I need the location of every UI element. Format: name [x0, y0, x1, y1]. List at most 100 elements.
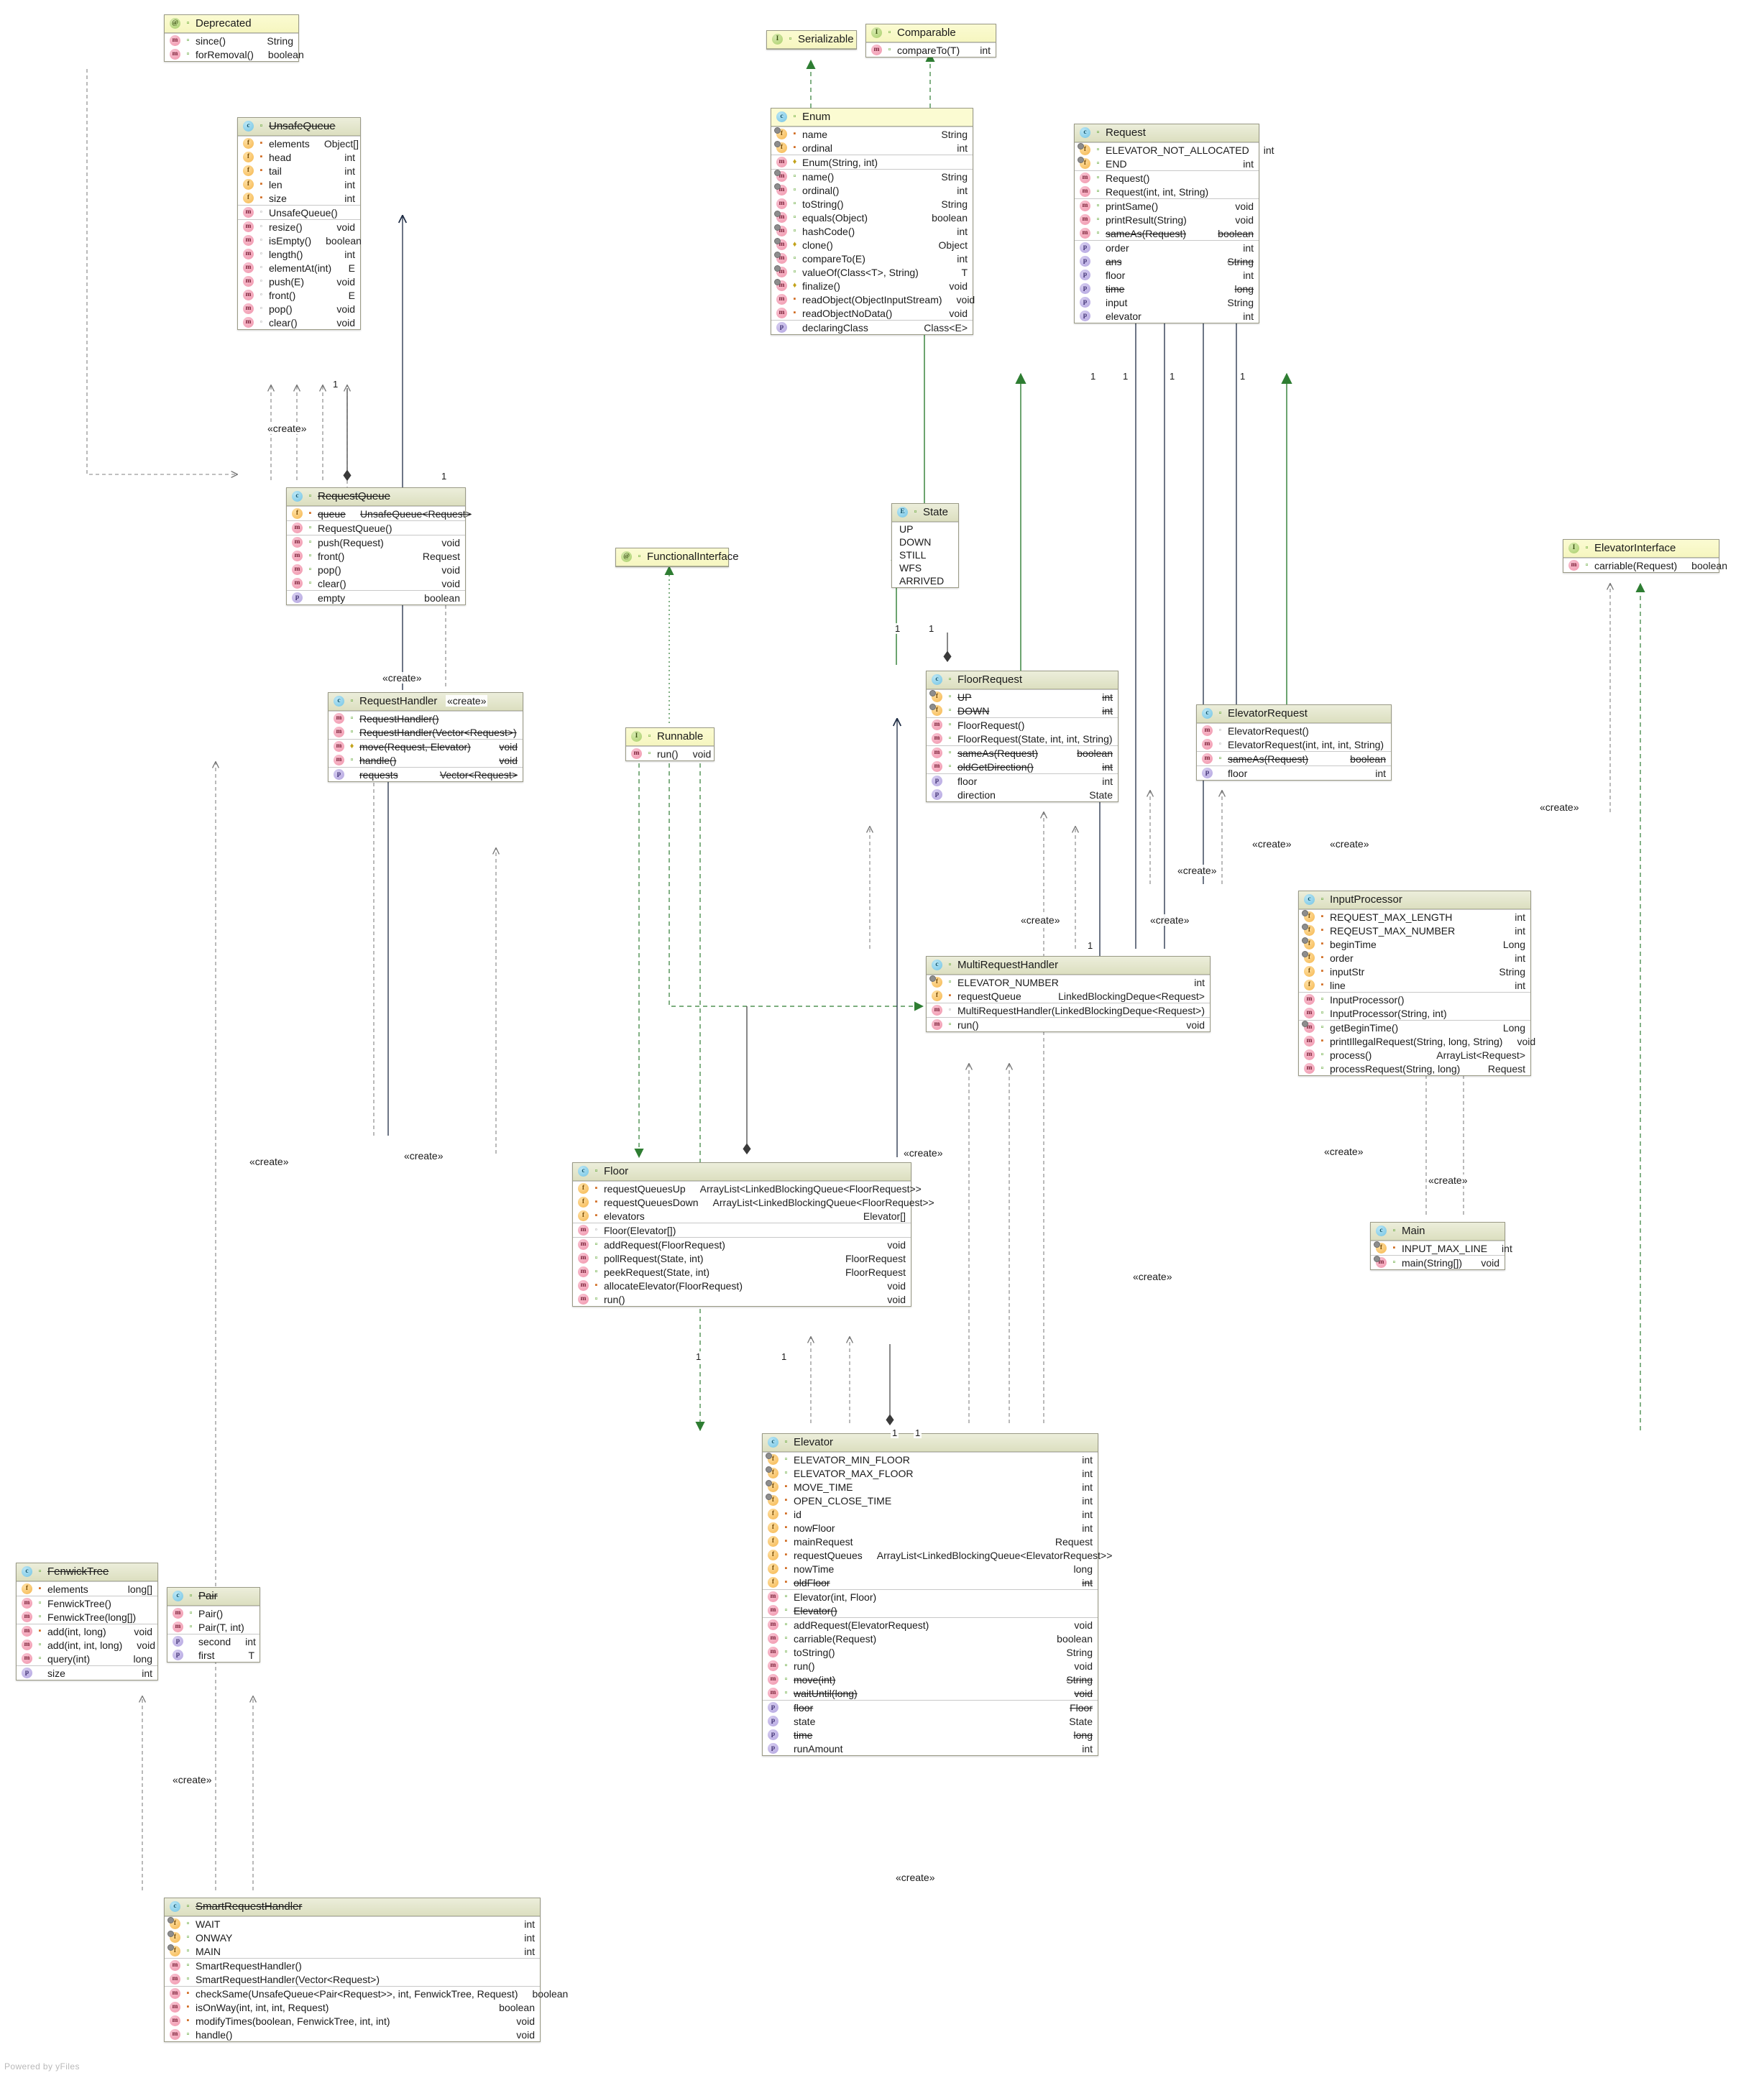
member-row[interactable]: m ▫ push(Request) void	[287, 535, 465, 549]
member-row[interactable]: f ▪ requestQueues ArrayList<LinkedBlockingQ…	[763, 1548, 1112, 1562]
member-row[interactable]: m ▫ run() void	[927, 1018, 1210, 1031]
class-header[interactable]: c ▫ SmartRequestHandler	[165, 1898, 540, 1916]
member-row[interactable]: m ♦ Enum(String, int)	[771, 155, 973, 169]
member-row[interactable]: p time long	[763, 1728, 1098, 1742]
member-row[interactable]: p floor int	[1075, 268, 1259, 282]
uml-class-elevator[interactable]: c ▫ Elevator f ▫ ELEVATOR_MIN_FLOOR int f ▫ ELEVA…	[762, 1433, 1112, 1756]
member-row[interactable]: m ◦ front() E	[238, 288, 360, 302]
member-row[interactable]: f ▪ oldFloor int	[763, 1576, 1098, 1589]
member-row[interactable]: m ▫ Pair(T, int)	[167, 1620, 259, 1634]
uml-class-pair[interactable]: c ▫ Pair m ▫ Pair() m ▫ Pair(T, int) p second int p f…	[167, 1587, 260, 1663]
member-row[interactable]: m ▪ printIllegalRequest(String, long, Stri…	[1299, 1034, 1535, 1048]
member-row[interactable]: p floor int	[927, 774, 1118, 788]
member-row[interactable]: f ▪ size int	[238, 191, 360, 205]
member-row[interactable]: m ▫ handle() void	[329, 753, 523, 767]
member-row[interactable]: p ans String	[1075, 254, 1259, 268]
member-row[interactable]: m ▫ sameAs(Request) boolean	[1075, 226, 1259, 240]
member-row[interactable]: m ▫ Request(int, int, String)	[1075, 185, 1259, 198]
member-row[interactable]: p size int	[17, 1666, 157, 1680]
member-row[interactable]: m ▫ clear() void	[287, 576, 465, 590]
member-row[interactable]: m ▫ pop() void	[287, 563, 465, 576]
member-row[interactable]: m ◦ pop() void	[238, 302, 360, 316]
uml-class-state[interactable]: E ▫ State UP DOWN STILL WFS ARRIVED	[891, 503, 959, 588]
member-row[interactable]: m ◦ resize() void	[238, 220, 360, 234]
class-header[interactable]: c ▫ MultiRequestHandler	[927, 957, 1210, 975]
uml-class-unsafequeue[interactable]: c ▫ UnsafeQueue f ▪ elements Object[] f ▪ head int…	[237, 117, 362, 330]
member-row[interactable]: m ▫ equals(Object) boolean	[771, 211, 973, 224]
member-row[interactable]: p direction State	[927, 788, 1118, 801]
member-row[interactable]: m ◦ ElevatorRequest(int, int, int, String)	[1197, 737, 1391, 751]
member-row[interactable]: m ▫ pollRequest(State, int) FloorRequest	[573, 1251, 911, 1265]
member-row[interactable]: f ▪ queue UnsafeQueue<Request>	[287, 507, 472, 520]
member-row[interactable]: m ▫ printSame() void	[1075, 199, 1259, 213]
member-row[interactable]: f ▪ INPUT_MAX_LINE int	[1371, 1241, 1512, 1255]
member-row[interactable]: m ▫ add(int, int, long) void	[17, 1638, 157, 1652]
uml-class-enum[interactable]: c ▫ Enum f ▪ name String f ▪ ordinal int m ♦ Enum(Str…	[771, 108, 975, 335]
member-row[interactable]: m ▫ InputProcessor()	[1299, 993, 1530, 1006]
member-row[interactable]: m ◦ UnsafeQueue()	[238, 206, 360, 219]
uml-class-functionalinterface[interactable]: @ ▫ FunctionalInterface	[615, 548, 739, 567]
member-row[interactable]: m ▫ FloorRequest(State, int, int, String)	[927, 732, 1118, 745]
member-row[interactable]: f ▪ elevators Elevator[]	[573, 1209, 911, 1223]
member-row[interactable]: m ▫ hashCode() int	[771, 224, 973, 238]
member-row[interactable]: m ▫ sameAs(Request) boolean	[1197, 752, 1391, 765]
member-row[interactable]: m ▪ modifyTimes(boolean, FenwickTree, int,…	[165, 2014, 540, 2028]
member-row[interactable]: m ♦ clone() Object	[771, 238, 973, 252]
member-row[interactable]: p requests Vector<Request>	[329, 768, 523, 781]
member-row[interactable]: m ♦ move(Request, Elevator) void	[329, 740, 523, 753]
uml-class-requestqueue[interactable]: c ▫ RequestQueue f ▪ queue UnsafeQueue<Request…	[286, 487, 472, 605]
uml-class-elevatorinterface[interactable]: I ▫ ElevatorInterface m ▫ carriable(Request) b…	[1563, 539, 1727, 573]
member-row[interactable]: f ▫ ELEVATOR_MIN_FLOOR int	[763, 1453, 1098, 1466]
member-row[interactable]: p time long	[1075, 282, 1259, 295]
member-row[interactable]: m ▫ carriable(Request) boolean	[763, 1632, 1098, 1645]
class-header[interactable]: I ▫ ElevatorInterface	[1563, 540, 1719, 558]
member-row[interactable]: f ▪ mainRequest Request	[763, 1535, 1098, 1548]
member-row[interactable]: f ▪ REQUEST_MAX_LENGTH int	[1299, 910, 1530, 924]
member-row[interactable]: m ◦ ElevatorRequest()	[1197, 724, 1391, 737]
member-row[interactable]: m ▫ SmartRequestHandler()	[165, 1959, 540, 1972]
member-row[interactable]: m ▫ addRequest(ElevatorRequest) void	[763, 1618, 1098, 1632]
member-row[interactable]: m ▫ main(String[]) void	[1371, 1256, 1505, 1269]
member-row[interactable]: m ▪ checkSame(UnsafeQueue<Pair<Request>>, …	[165, 1987, 568, 2000]
uml-class-fenwicktree[interactable]: c ▫ FenwickTree f ▪ elements long[] m ▫ FenwickTr…	[16, 1563, 158, 1680]
uml-class-main[interactable]: c ▫ Main f ▪ INPUT_MAX_LINE int m ▫ main(String[]…	[1370, 1222, 1512, 1270]
member-row[interactable]: m ▫ RequestHandler()	[329, 712, 523, 725]
member-row[interactable]: m ▫ compareTo(E) int	[771, 252, 973, 265]
member-row[interactable]: f ▪ elements Object[]	[238, 137, 360, 150]
member-row[interactable]: m ▫ ordinal() int	[771, 183, 973, 197]
member-row[interactable]: m ▫ query(int) long	[17, 1652, 157, 1665]
member-row[interactable]: f ▪ tail int	[238, 164, 360, 178]
member-row[interactable]: p declaringClass Class<E>	[771, 321, 973, 334]
member-row[interactable]: f ▪ nowFloor int	[763, 1521, 1098, 1535]
member-row[interactable]: m ▪ readObject(ObjectInputStream) void	[771, 293, 975, 306]
class-header[interactable]: I ▫ Runnable	[626, 728, 714, 746]
member-row[interactable]: m ▪ allocateElevator(FloorRequest) void	[573, 1279, 911, 1292]
member-row[interactable]: m ◦ isEmpty() boolean	[238, 234, 362, 247]
member-row[interactable]: p floor int	[1197, 766, 1391, 780]
member-row[interactable]: m ▫ run() void	[573, 1292, 911, 1306]
member-row[interactable]: f ▪ beginTime Long	[1299, 937, 1530, 951]
member-row[interactable]: f ▫ ONWAY int	[165, 1931, 540, 1944]
uml-class-floor[interactable]: c ▫ Floor f ▪ requestQueuesUp ArrayList<Linked…	[572, 1162, 934, 1307]
class-header[interactable]: I ▫ Serializable	[767, 31, 856, 49]
member-row[interactable]: m ▫ toString() String	[763, 1645, 1098, 1659]
member-row[interactable]: m ▪ add(int, long) void	[17, 1624, 157, 1638]
member-row[interactable]: m ▫ Elevator(int, Floor)	[763, 1590, 1098, 1604]
member-row[interactable]: f ▪ requestQueuesDown ArrayList<LinkedBlock…	[573, 1195, 934, 1209]
member-row[interactable]: f ▪ OPEN_CLOSE_TIME int	[763, 1494, 1098, 1507]
member-row[interactable]: f ▪ len int	[238, 178, 360, 191]
member-row[interactable]: m ▫ valueOf(Class<T>, String) T	[771, 265, 973, 279]
class-header[interactable]: E ▫ State	[892, 504, 958, 522]
member-row[interactable]: f ▫ ELEVATOR_NUMBER int	[927, 975, 1210, 989]
class-header[interactable]: c ▫ Enum	[771, 109, 973, 127]
member-row[interactable]: m ▫ run() void	[626, 747, 714, 760]
class-header[interactable]: @ ▫ FunctionalInterface	[616, 548, 739, 566]
member-row[interactable]: m ▫ process() ArrayList<Request>	[1299, 1048, 1530, 1062]
class-header[interactable]: I ▫ Comparable	[866, 24, 996, 42]
uml-class-serializable[interactable]: I ▫ Serializable	[766, 30, 857, 50]
member-row[interactable]: f ▪ requestQueue LinkedBlockingDeque<Reques…	[927, 989, 1210, 1003]
member-row[interactable]: m ▫ move(int) String	[763, 1673, 1098, 1686]
member-row[interactable]: m ▫ forRemoval() boolean	[165, 47, 304, 61]
member-row[interactable]: f ▫ END int	[1075, 157, 1259, 170]
member-row[interactable]: m ▪ readObjectNoData() void	[771, 306, 973, 320]
